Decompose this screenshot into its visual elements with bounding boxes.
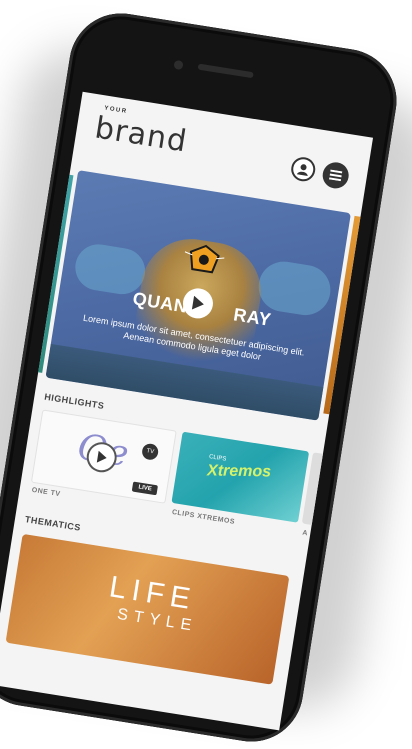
xtremos-logo: Xtremos [206, 462, 272, 481]
menu-icon [328, 169, 343, 182]
highlights-heading: HIGHLIGHTS [43, 391, 106, 411]
camera-icon [173, 59, 184, 71]
play-icon [191, 295, 204, 310]
hero-banner[interactable]: QUAN RAY Lorem ipsum dolor sit amet, con… [45, 170, 351, 421]
user-icon [296, 164, 308, 177]
hero-emblem-icon [184, 244, 225, 274]
menu-button[interactable] [320, 160, 351, 191]
thematics-heading: THEMATICS [24, 514, 82, 533]
card-label: A [301, 529, 309, 538]
user-button[interactable] [289, 155, 317, 183]
clips-logo-small: CLIPS [208, 454, 227, 463]
card-label: ONE TV [31, 486, 61, 499]
play-icon [96, 450, 107, 463]
speaker-grille [197, 63, 254, 79]
highlight-card-clips-xtremos[interactable]: CLIPS Xtremos [171, 431, 310, 523]
tv-badge: TV [141, 442, 160, 461]
thematic-card-lifestyle[interactable]: LIFE STYLE [5, 533, 290, 685]
brand-logo[interactable]: brand [92, 110, 189, 159]
live-badge: LIVE [131, 481, 159, 496]
card-label: CLIPS XTREMOS [171, 508, 236, 526]
